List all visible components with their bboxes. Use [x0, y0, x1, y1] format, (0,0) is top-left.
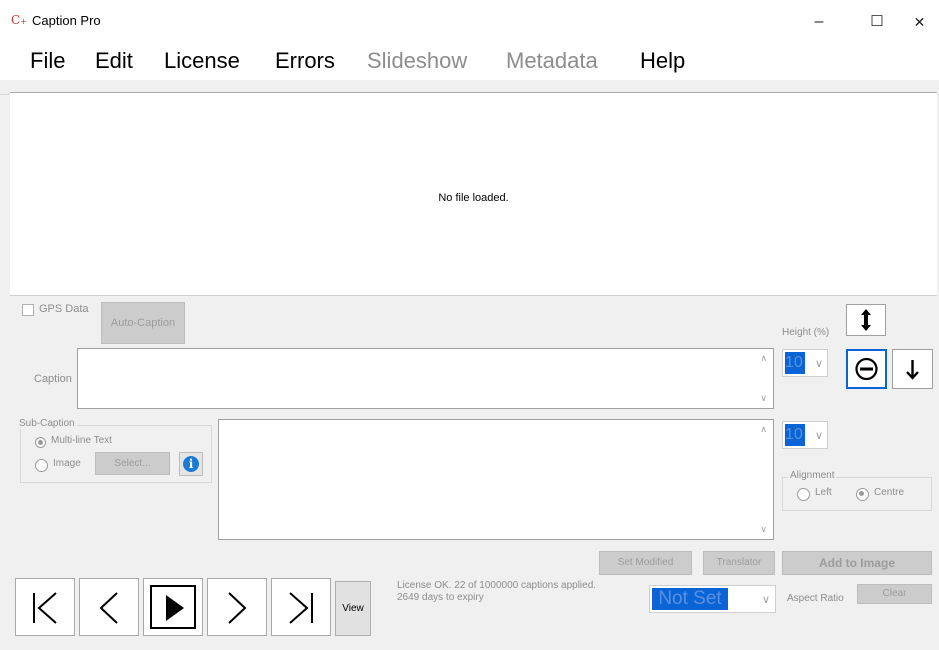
menu-help[interactable]: Help — [640, 48, 685, 74]
view-button[interactable]: View — [335, 581, 371, 636]
menu-bar — [0, 44, 939, 80]
first-icon — [33, 592, 57, 624]
align-centre-label: Centre — [874, 487, 905, 498]
next-button[interactable] — [207, 578, 267, 636]
aspect-ratio-label: Aspect Ratio — [787, 593, 844, 604]
auto-caption-button[interactable]: Auto-Caption — [101, 302, 185, 344]
chevron-down-icon: ∨ — [762, 594, 771, 606]
license-status-line1: License OK. 22 of 1000000 captions appli… — [397, 580, 597, 591]
down-arrow-icon — [906, 360, 919, 380]
no-file-message: No file loaded. — [438, 192, 509, 204]
menu-metadata[interactable]: Metadata — [506, 48, 598, 74]
previous-button[interactable] — [79, 578, 139, 636]
select-image-button[interactable]: Select... — [95, 452, 170, 475]
app-logo-icon: C+ — [11, 13, 27, 27]
height-label: Height (%) — [782, 327, 830, 338]
scroll-down-icon[interactable]: ∨ — [760, 524, 767, 535]
move-down-button[interactable] — [892, 349, 933, 389]
scroll-up-icon[interactable]: ∧ — [760, 353, 767, 364]
chevron-down-icon: ∨ — [815, 358, 824, 370]
info-button[interactable]: i — [179, 452, 203, 476]
circle-minus-icon — [855, 357, 878, 381]
image-radio-label: Image — [53, 458, 81, 469]
translator-button[interactable]: Translator — [703, 551, 775, 575]
last-button[interactable] — [271, 578, 331, 636]
add-to-image-button[interactable]: Add to Image — [782, 551, 932, 575]
set-modified-button[interactable]: Set Modified — [599, 551, 692, 575]
scroll-down-icon[interactable]: ∨ — [760, 393, 767, 404]
aspect-ratio-value: Not Set — [652, 588, 728, 610]
last-icon — [289, 592, 313, 624]
caption-textbox[interactable]: ∧ ∨ — [77, 348, 774, 409]
info-icon: i — [183, 456, 199, 472]
sub-caption-height-value: 10 — [785, 424, 805, 446]
caption-height-select[interactable]: 10 ∨ — [782, 349, 828, 377]
aspect-ratio-select[interactable]: Not Set ∨ — [649, 585, 776, 613]
close-button[interactable]: ✕ — [900, 0, 939, 44]
minimize-button[interactable]: – — [796, 0, 842, 44]
image-radio[interactable] — [35, 459, 48, 472]
caption-height-value: 10 — [785, 352, 805, 374]
previous-icon — [99, 592, 118, 624]
gps-checkbox[interactable] — [22, 304, 34, 316]
align-left-label: Left — [815, 487, 832, 498]
align-centre-radio[interactable] — [856, 488, 869, 501]
caption-label: Caption — [34, 373, 72, 385]
menu-edit[interactable]: Edit — [95, 48, 133, 74]
multiline-text-radio[interactable] — [35, 437, 46, 448]
sub-caption-height-select[interactable]: 10 ∨ — [782, 421, 828, 449]
alignment-group-label: Alignment — [788, 470, 837, 481]
window-title: Caption Pro — [32, 13, 101, 28]
up-down-arrow-icon — [861, 309, 871, 331]
play-button[interactable] — [143, 578, 203, 636]
scroll-up-icon[interactable]: ∧ — [760, 424, 767, 435]
sub-caption-group-label: Sub-Caption — [17, 418, 77, 429]
first-button[interactable] — [15, 578, 75, 636]
menu-slideshow[interactable]: Slideshow — [367, 48, 467, 74]
sub-caption-textbox[interactable]: ∧ ∨ — [218, 419, 774, 540]
multiline-text-label: Multi-line Text — [51, 435, 112, 446]
next-icon — [228, 592, 247, 624]
move-vertical-button[interactable] — [846, 304, 886, 336]
menu-file[interactable]: File — [30, 48, 65, 74]
play-frame — [150, 585, 196, 629]
menu-errors[interactable]: Errors — [275, 48, 335, 74]
centre-position-button[interactable] — [846, 349, 887, 389]
clear-button[interactable]: Clear — [857, 584, 932, 604]
image-viewer[interactable]: No file loaded. — [10, 92, 937, 296]
align-left-radio[interactable] — [797, 488, 810, 501]
license-status-line2: 2649 days to expiry — [397, 592, 484, 603]
chevron-down-icon: ∨ — [815, 430, 824, 442]
menu-license[interactable]: License — [164, 48, 240, 74]
gps-label: GPS Data — [39, 303, 89, 315]
maximize-button[interactable]: ☐ — [854, 0, 900, 44]
